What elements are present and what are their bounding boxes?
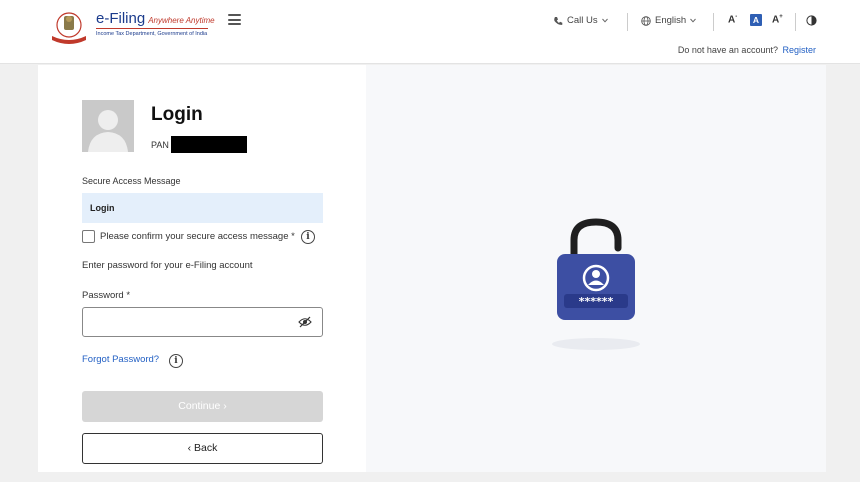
language-label: English bbox=[655, 15, 687, 26]
padlock-user-icon: ****** bbox=[552, 218, 640, 350]
confirm-message-checkbox[interactable] bbox=[82, 230, 95, 243]
eye-slash-icon[interactable] bbox=[298, 316, 312, 328]
confirm-message-label: Please confirm your secure access messag… bbox=[100, 231, 295, 242]
forgot-password-link[interactable]: Forgot Password? bbox=[82, 354, 159, 365]
secure-access-label: Secure Access Message bbox=[82, 176, 181, 186]
emblem-icon bbox=[52, 12, 86, 44]
font-normal-button[interactable]: A bbox=[750, 14, 762, 26]
call-us-label: Call Us bbox=[567, 15, 598, 26]
info-icon[interactable]: i bbox=[301, 230, 315, 244]
phone-icon bbox=[554, 16, 563, 25]
logo-divider bbox=[96, 28, 208, 29]
secure-access-message-box bbox=[82, 193, 323, 223]
pan-value-redacted bbox=[171, 136, 247, 153]
font-decrease-button[interactable]: A- bbox=[728, 14, 737, 25]
call-us-menu[interactable]: Call Us bbox=[553, 15, 608, 26]
contrast-icon[interactable] bbox=[806, 15, 817, 26]
font-increase-button[interactable]: A+ bbox=[772, 14, 783, 25]
logo-subtitle: Income Tax Department, Government of Ind… bbox=[96, 31, 208, 37]
back-button[interactable]: ‹ Back bbox=[82, 433, 323, 464]
efiling-logo[interactable]: e-Filing Anywhere Anytime Income Tax Depa… bbox=[48, 10, 215, 46]
user-silhouette-icon bbox=[82, 100, 134, 152]
header-divider bbox=[627, 13, 628, 31]
password-input[interactable] bbox=[82, 307, 323, 337]
logo-tagline: Anywhere Anytime bbox=[148, 16, 215, 25]
register-prompt: Do not have an account? Register bbox=[677, 45, 816, 55]
hamburger-icon[interactable] bbox=[228, 14, 241, 25]
top-header: e-Filing Anywhere Anytime Income Tax Depa… bbox=[0, 0, 860, 64]
pan-label: PAN bbox=[151, 140, 169, 150]
language-selector[interactable]: English bbox=[641, 15, 697, 26]
register-link[interactable]: Register bbox=[782, 45, 816, 55]
logo-title: e-Filing Anywhere Anytime bbox=[96, 10, 215, 27]
avatar bbox=[82, 100, 134, 152]
info-icon[interactable]: i bbox=[169, 354, 183, 368]
password-label: Password * bbox=[82, 290, 131, 301]
secure-access-message: Login bbox=[90, 203, 115, 213]
header-divider bbox=[713, 13, 714, 31]
header-divider bbox=[795, 13, 796, 31]
chevron-down-icon bbox=[690, 18, 697, 23]
password-instruction: Enter password for your e-Filing account bbox=[82, 260, 253, 271]
page-title: Login bbox=[151, 104, 203, 125]
globe-icon bbox=[641, 15, 651, 26]
chevron-down-icon bbox=[601, 18, 608, 23]
svg-text:******: ****** bbox=[579, 295, 614, 308]
continue-button[interactable]: Continue › bbox=[82, 391, 323, 422]
